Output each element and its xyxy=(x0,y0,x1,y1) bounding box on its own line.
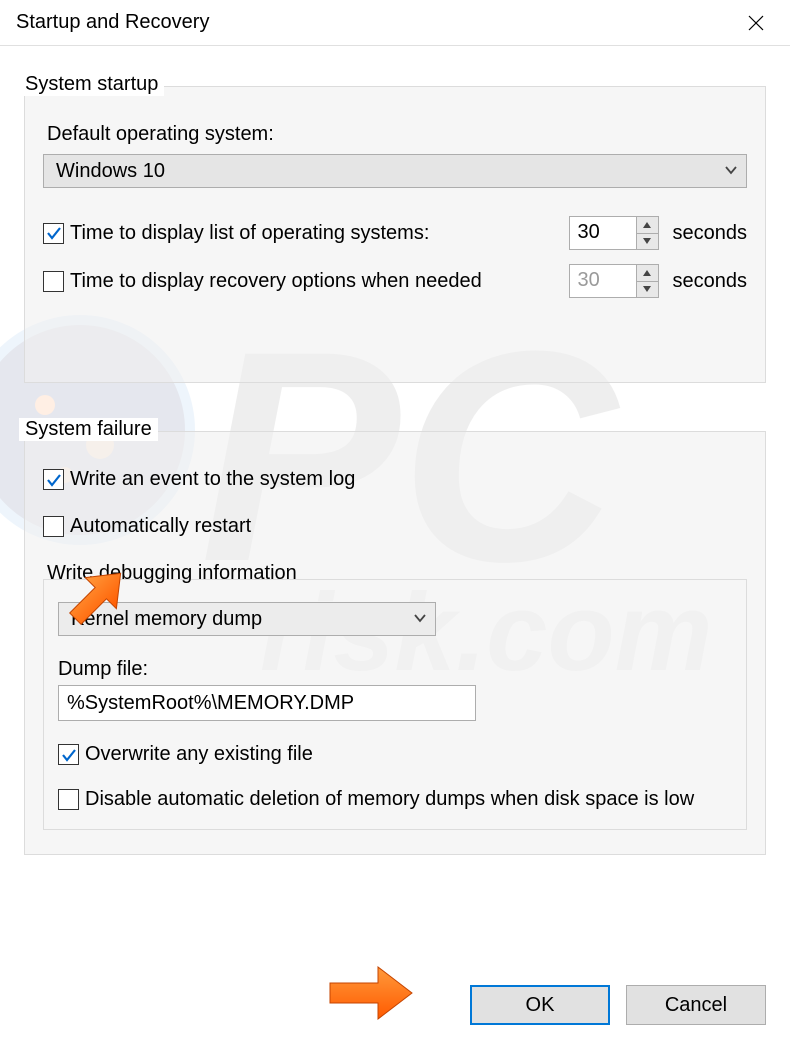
write-event-label: Write an event to the system log xyxy=(70,468,355,491)
check-icon xyxy=(46,472,62,488)
auto-restart-checkbox[interactable] xyxy=(43,516,64,537)
check-icon xyxy=(46,225,62,241)
disable-auto-delete-checkbox[interactable] xyxy=(58,789,79,810)
system-startup-group: System startup Default operating system:… xyxy=(24,86,766,383)
time-recovery-checkbox[interactable] xyxy=(43,271,64,292)
window-title: Startup and Recovery xyxy=(16,11,209,34)
spinner-down-button[interactable] xyxy=(637,234,658,250)
time-recovery-label: Time to display recovery options when ne… xyxy=(70,270,573,293)
spinner-down-button[interactable] xyxy=(637,282,658,298)
time-os-value[interactable]: 30 xyxy=(570,217,636,249)
dump-file-label: Dump file: xyxy=(58,658,732,681)
time-recovery-spinner[interactable]: 30 xyxy=(569,264,659,298)
time-os-spinner[interactable]: 30 xyxy=(569,216,659,250)
spinner-up-button[interactable] xyxy=(637,217,658,234)
default-os-value: Windows 10 xyxy=(56,160,165,183)
triangle-down-icon xyxy=(643,286,651,292)
dump-file-input[interactable] xyxy=(58,685,476,721)
time-recovery-value[interactable]: 30 xyxy=(570,265,636,297)
system-failure-legend: System failure xyxy=(19,418,158,441)
close-icon xyxy=(748,15,764,31)
time-os-checkbox[interactable] xyxy=(43,223,64,244)
spinner-up-button[interactable] xyxy=(637,265,658,282)
seconds-label: seconds xyxy=(673,270,748,293)
triangle-down-icon xyxy=(643,238,651,244)
close-button[interactable] xyxy=(738,5,774,41)
cancel-button[interactable]: Cancel xyxy=(626,985,766,1025)
overwrite-label: Overwrite any existing file xyxy=(85,743,313,766)
auto-restart-label: Automatically restart xyxy=(70,515,251,538)
ok-button[interactable]: OK xyxy=(470,985,610,1025)
titlebar: Startup and Recovery xyxy=(0,0,790,46)
check-icon xyxy=(61,747,77,763)
default-os-select[interactable]: Windows 10 xyxy=(43,154,747,188)
ok-label: OK xyxy=(526,994,555,1017)
chevron-down-icon xyxy=(724,160,738,183)
write-event-checkbox[interactable] xyxy=(43,469,64,490)
chevron-down-icon xyxy=(413,608,427,631)
annotation-arrow-icon xyxy=(326,961,416,1025)
triangle-up-icon xyxy=(643,222,651,228)
seconds-label: seconds xyxy=(673,222,748,245)
system-failure-group: System failure Write an event to the sys… xyxy=(24,431,766,855)
default-os-label: Default operating system: xyxy=(47,123,747,146)
button-bar: OK Cancel xyxy=(470,985,766,1025)
overwrite-checkbox[interactable] xyxy=(58,744,79,765)
cancel-label: Cancel xyxy=(665,994,727,1017)
time-os-label: Time to display list of operating system… xyxy=(70,222,561,245)
dump-type-select[interactable]: Kernel memory dump xyxy=(58,602,436,636)
system-startup-legend: System startup xyxy=(19,73,164,96)
dump-type-value: Kernel memory dump xyxy=(71,608,262,631)
triangle-up-icon xyxy=(643,270,651,276)
disable-auto-delete-label: Disable automatic deletion of memory dum… xyxy=(85,788,694,811)
